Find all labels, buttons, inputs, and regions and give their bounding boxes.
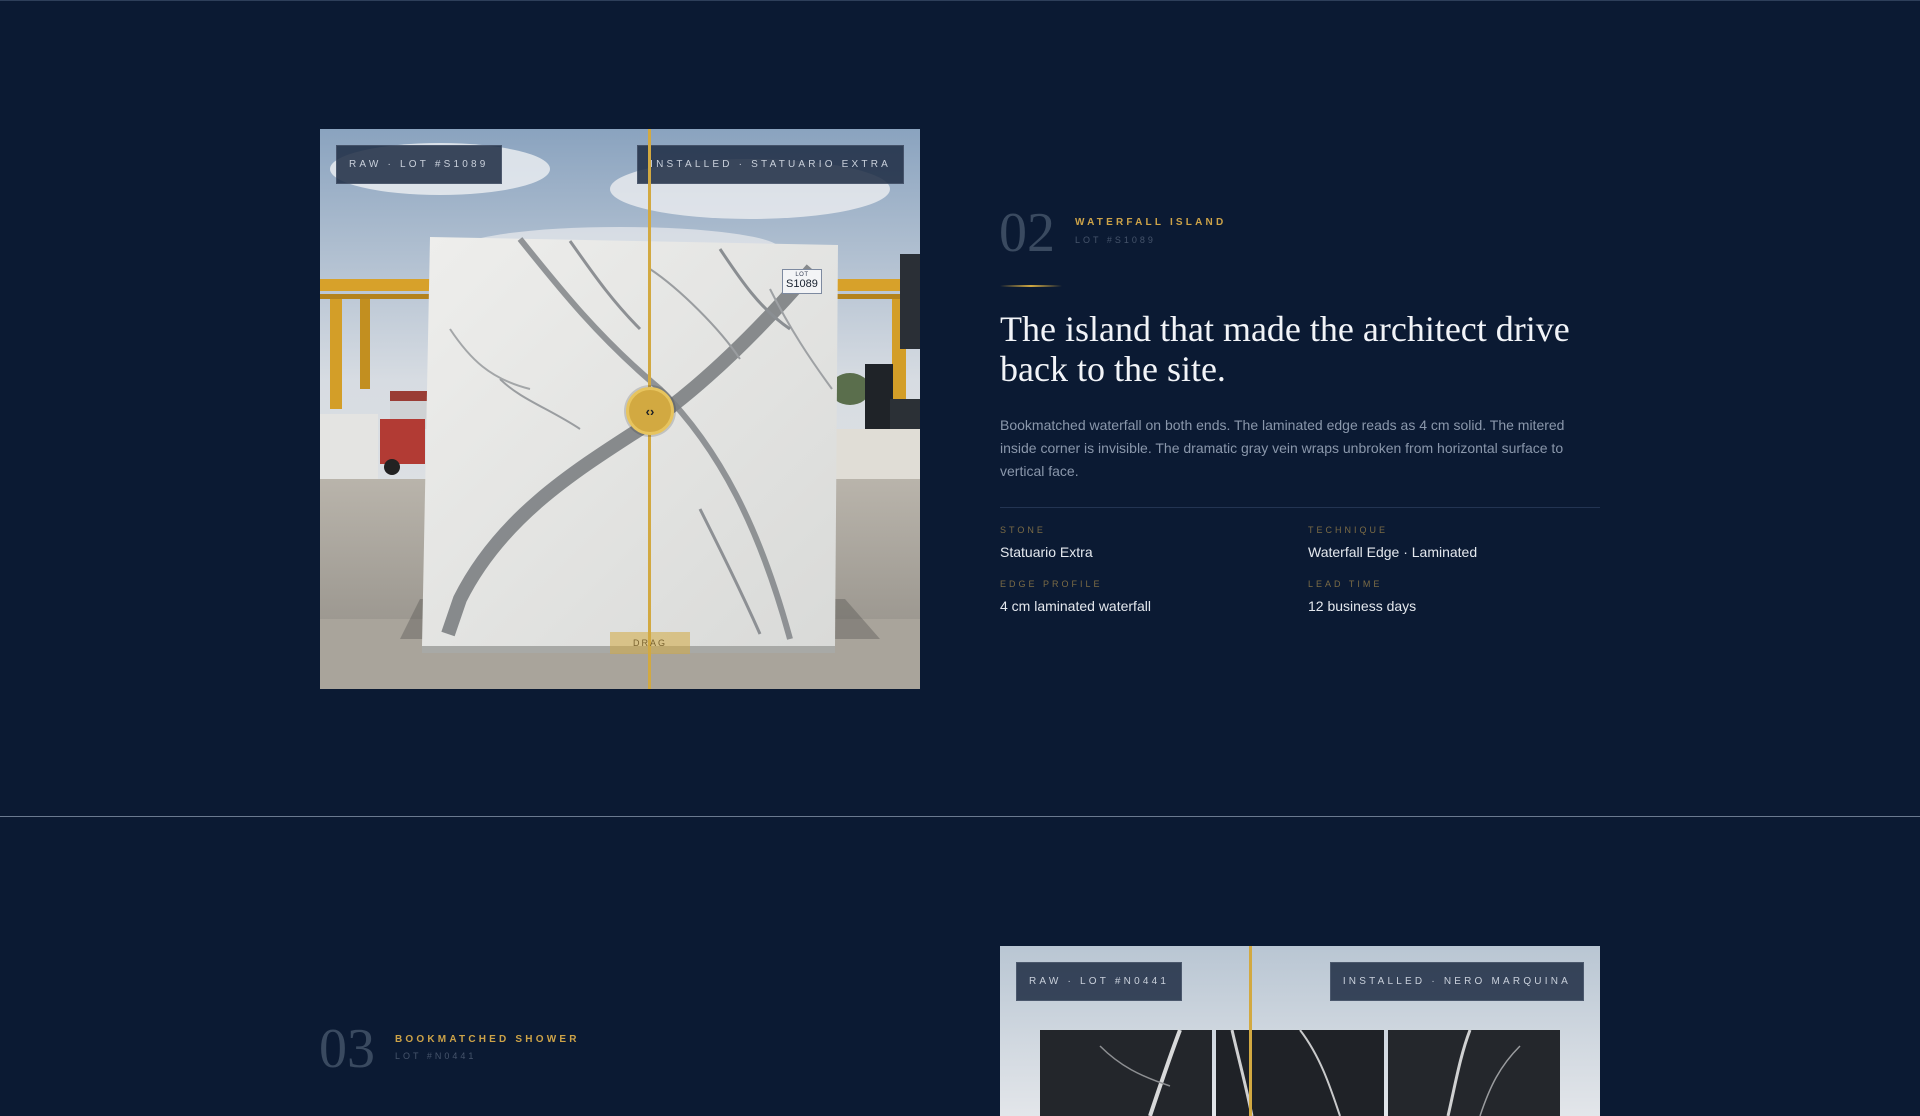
installed-badge: INSTALLED · NERO MARQUINA <box>1329 962 1584 1001</box>
before-after-compare[interactable]: RAW · LOT #N0441 INSTALLED · NERO MARQUI… <box>1000 946 1600 1116</box>
project-lot-number: LOT #S1089 <box>1075 235 1156 245</box>
compare-divider-line[interactable] <box>1249 946 1252 1116</box>
project-description: Bookmatched waterfall on both ends. The … <box>1000 417 1565 479</box>
spec-value-lead-time: 12 business days <box>1308 598 1417 614</box>
stone-yard-photo <box>320 129 920 689</box>
gold-accent-rule <box>1000 285 1062 287</box>
section-divider <box>0 816 1920 817</box>
spec-value-edge-profile: 4 cm laminated waterfall <box>1000 598 1151 614</box>
specs-divider <box>1000 507 1600 508</box>
spec-label-edge-profile: EDGE PROFILE <box>1000 579 1103 589</box>
spec-value-stone: Statuario Extra <box>1000 544 1093 560</box>
before-after-compare[interactable]: LOT S1089 RAW · LOT #S1089 INSTALLED · S… <box>320 129 920 689</box>
raw-badge: RAW · LOT #S1089 <box>336 145 502 184</box>
spec-label-lead-time: LEAD TIME <box>1308 579 1383 589</box>
project-category: BOOKMATCHED SHOWER <box>395 1034 580 1045</box>
project-lot-number: LOT #N0441 <box>395 1051 477 1061</box>
installed-badge: INSTALLED · STATUARIO EXTRA <box>637 145 904 184</box>
project-index: 03 <box>319 1018 375 1080</box>
slab-lot-tag-number: S1089 <box>786 278 818 290</box>
spec-value-technique: Waterfall Edge · Laminated <box>1308 544 1478 560</box>
compare-drag-handle[interactable]: ‹› <box>626 387 674 435</box>
slab-lot-tag-label: LOT <box>795 272 809 278</box>
raw-badge: RAW · LOT #N0441 <box>1016 962 1183 1001</box>
project-headline: The island that made the architect drive… <box>1000 309 1570 389</box>
spec-label-technique: TECHNIQUE <box>1308 525 1389 535</box>
top-rule <box>0 0 1920 1</box>
chevrons-left-right-icon: ‹› <box>645 403 655 419</box>
project-index: 02 <box>999 202 1055 264</box>
project-category: WATERFALL ISLAND <box>1075 217 1227 228</box>
spec-label-stone: STONE <box>1000 525 1046 535</box>
drag-hint: DRAG <box>610 632 690 654</box>
slab-lot-tag: LOT S1089 <box>782 269 822 294</box>
